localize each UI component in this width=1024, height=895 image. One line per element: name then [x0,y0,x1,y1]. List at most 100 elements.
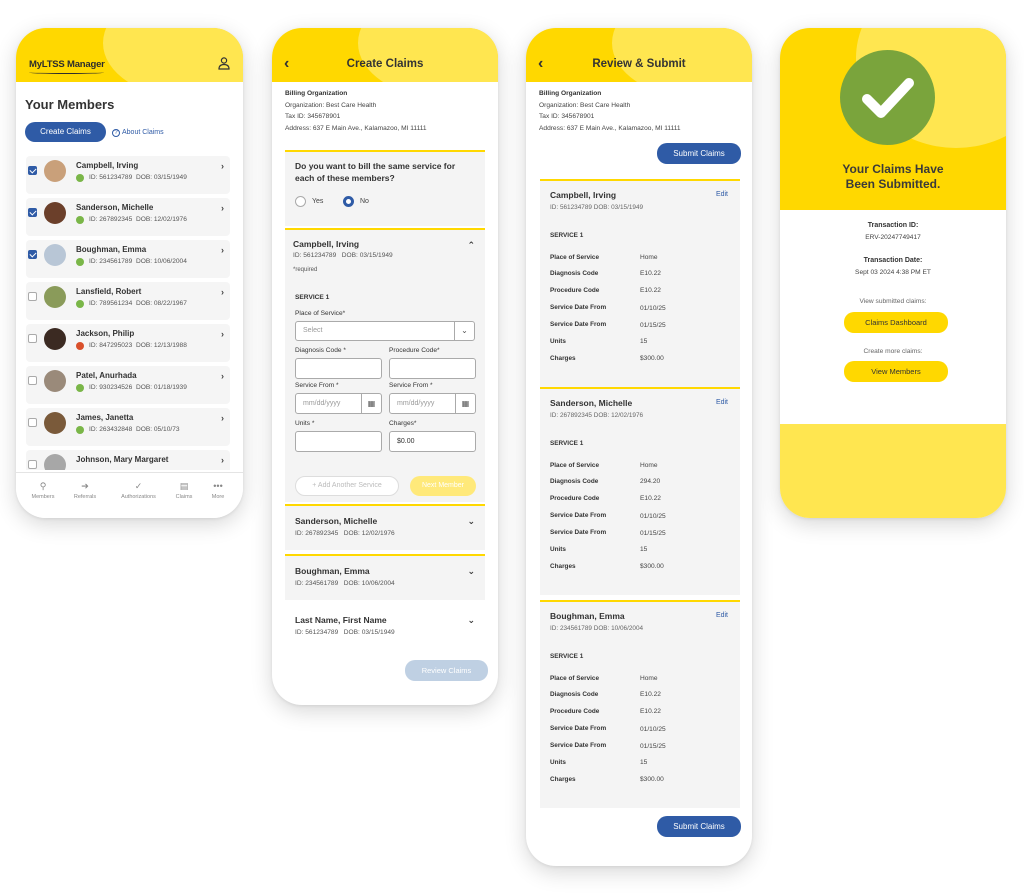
chevron-up-icon[interactable]: ⌃ [467,240,475,251]
diagnosis-code-input[interactable] [295,358,382,379]
review-claims-button[interactable]: Review Claims [405,660,488,681]
chevron-right-icon[interactable]: › [221,371,224,381]
status-alert-icon [76,342,84,350]
claim-field-label: Place of Service [550,254,600,261]
chevron-right-icon[interactable]: › [221,329,224,339]
nav-members[interactable]: ⚲ Members [23,481,63,500]
avatar [44,244,66,266]
service-heading: SERVICE 1 [295,294,330,301]
status-ok-icon [76,216,84,224]
place-of-service-select[interactable]: Select ⌄ [295,321,475,341]
member-collapsed-3[interactable]: Last Name, First Name ⌄ ID: 561234789 DO… [285,604,485,650]
claim-field-label: Service Date From [550,321,607,328]
chevron-right-icon[interactable]: › [221,161,224,171]
member-row[interactable]: Campbell, Irving ID: 561234789 DOB: 03/15… [26,156,230,194]
avatar [44,202,66,224]
help-icon: ? [112,129,120,137]
claim-field-value: 01/10/25 [640,726,666,733]
nav-authorizations[interactable]: ✓ Authorizations [111,481,166,500]
member-row[interactable]: Lansfield, Robert ID: 789561234 DOB: 08/2… [26,282,230,320]
user-icon[interactable] [217,56,231,70]
logo-swoosh [29,71,104,74]
chevron-right-icon[interactable]: › [221,413,224,423]
calendar-icon[interactable]: ▦ [455,394,475,413]
submit-claims-button-top[interactable]: Submit Claims [657,143,741,164]
avatar [44,160,66,182]
add-service-button[interactable]: + Add Another Service [295,476,399,496]
edit-link[interactable]: Edit [716,191,728,198]
nav-more[interactable]: ••• More [198,481,238,500]
member-checkbox[interactable] [28,376,37,385]
service-heading: SERVICE 1 [550,440,584,447]
member-name: Lansfield, Robert [76,287,142,296]
claim-field-label: Service Date From [550,742,607,749]
bottom-nav: ⚲ Members ➔ Referrals ✓ Authorizations ▤ Cla… [16,472,243,518]
next-member-button[interactable]: Next Member [410,476,476,496]
radio-no[interactable] [343,196,354,207]
member-checkbox[interactable] [28,334,37,343]
nav-referrals[interactable]: ➔ Referrals [65,481,105,500]
claim-review-card: Campbell, Irving Edit ID: 561234789 DOB: 0… [540,179,740,387]
member-row[interactable]: James, Janetta ID: 263432848 DOB: 05/10/7… [26,408,230,446]
service-from-date-input[interactable]: mm/dd/yyyy ▦ [295,393,382,414]
avatar [44,286,66,308]
chevron-down-icon[interactable]: ⌄ [467,566,475,577]
claim-field-value: $300.00 [640,563,664,570]
member-meta: ID: 234561789 DOB: 10/06/2004 [89,258,187,265]
same-service-question: Do you want to bill the same service for… [285,150,485,226]
member-name: Boughman, Emma [76,245,147,254]
chevron-right-icon[interactable]: › [221,203,224,213]
claims-dashboard-button[interactable]: Claims Dashboard [844,312,948,333]
member-meta: ID: 561234789 DOB: 03/15/1949 [550,204,644,211]
service-heading: SERVICE 1 [550,653,584,660]
member-checkbox[interactable] [28,292,37,301]
claim-field-label: Place of Service [550,462,600,469]
member-meta: ID: 267892345 DOB: 12/02/1976 [89,216,187,223]
member-row[interactable]: Sanderson, Michelle ID: 267892345 DOB: 12… [26,198,230,236]
radio-yes[interactable] [295,196,306,207]
chevron-down-icon: ⌄ [454,322,474,340]
member-row[interactable]: Johnson, Mary Margaret › [26,450,230,470]
member-checkbox[interactable] [28,460,37,469]
create-claims-button[interactable]: Create Claims [25,122,106,142]
charges-input[interactable]: $0.00 [389,431,476,452]
edit-link[interactable]: Edit [716,612,728,619]
member-checkbox[interactable] [28,250,37,259]
service-to-date-input[interactable]: mm/dd/yyyy ▦ [389,393,476,414]
header: ‹ Review & Submit [526,28,752,82]
member-collapsed-1[interactable]: Sanderson, Michelle ⌄ ID: 267892345 DOB:… [285,504,485,550]
screen-title: Create Claims [346,58,424,70]
member-collapsed-2[interactable]: Boughman, Emma ⌄ ID: 234561789 DOB: 10/0… [285,554,485,600]
member-name: Campbell, Irving [293,239,360,249]
member-name: Boughman, Emma [550,611,625,621]
member-row[interactable]: Patel, Anurhada ID: 930234526 DOB: 01/18/… [26,366,230,404]
submit-claims-button-bottom[interactable]: Submit Claims [657,816,741,837]
about-claims-link[interactable]: ? About Claims [112,129,164,137]
procedure-code-input[interactable] [389,358,476,379]
member-row[interactable]: Jackson, Philip ID: 847295023 DOB: 12/13/… [26,324,230,362]
member-checkbox[interactable] [28,418,37,427]
claim-field-label: Procedure Code [550,495,600,502]
claim-field-label: Service Date From [550,725,607,732]
claim-field-value: 15 [640,338,648,345]
chevron-right-icon[interactable]: › [221,287,224,297]
view-members-button[interactable]: View Members [844,361,948,382]
member-meta: ID: 561234789 DOB: 03/15/1949 [293,252,393,259]
member-meta: ID: 561234789 DOB: 03/15/1949 [89,174,187,181]
member-checkbox[interactable] [28,208,37,217]
calendar-icon[interactable]: ▦ [361,394,381,413]
page-title: Your Members [25,97,115,112]
avatar [44,454,66,470]
chevron-down-icon[interactable]: ⌄ [467,516,475,527]
member-checkbox[interactable] [28,166,37,175]
member-row[interactable]: Boughman, Emma ID: 234561789 DOB: 10/06/2… [26,240,230,278]
edit-link[interactable]: Edit [716,399,728,406]
chevron-down-icon[interactable]: ⌄ [467,615,475,626]
member-name: Patel, Anurhada [76,371,137,380]
avatar [44,370,66,392]
chevron-right-icon[interactable]: › [221,245,224,255]
units-input[interactable] [295,431,382,452]
claim-field-value: E10.22 [640,495,661,502]
chevron-right-icon[interactable]: › [221,455,224,465]
status-ok-icon [76,174,84,182]
